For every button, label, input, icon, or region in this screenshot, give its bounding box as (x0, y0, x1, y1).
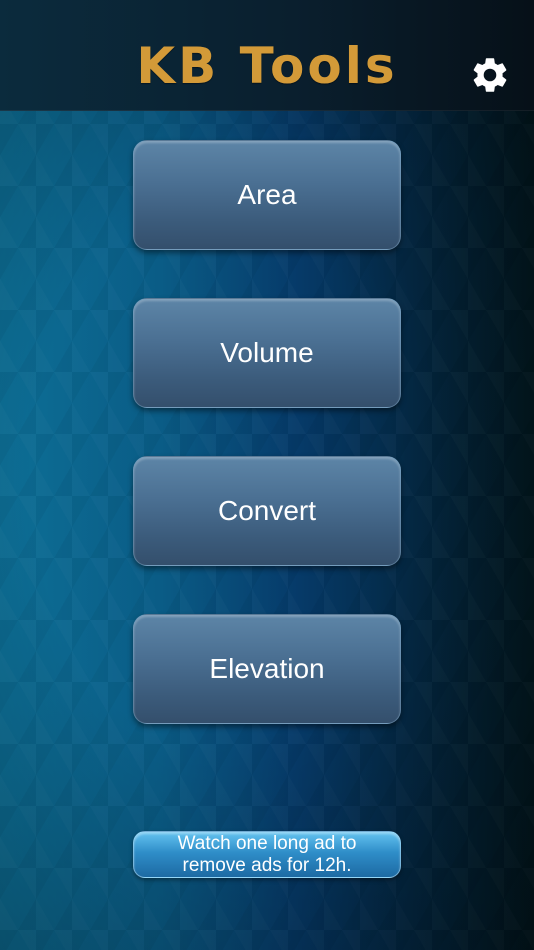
watch-ad-button[interactable]: Watch one long ad to remove ads for 12h. (133, 831, 401, 878)
app-header: KB Tools (0, 0, 534, 111)
watch-ad-line-2: remove ads for 12h. (182, 854, 352, 876)
elevation-button[interactable]: Elevation (133, 614, 401, 724)
gear-icon[interactable] (469, 54, 511, 96)
volume-button[interactable]: Volume (133, 298, 401, 408)
area-button[interactable]: Area (133, 140, 401, 250)
app-title: KB Tools (136, 37, 398, 95)
watch-ad-line-1: Watch one long ad to (177, 832, 357, 854)
convert-button[interactable]: Convert (133, 456, 401, 566)
